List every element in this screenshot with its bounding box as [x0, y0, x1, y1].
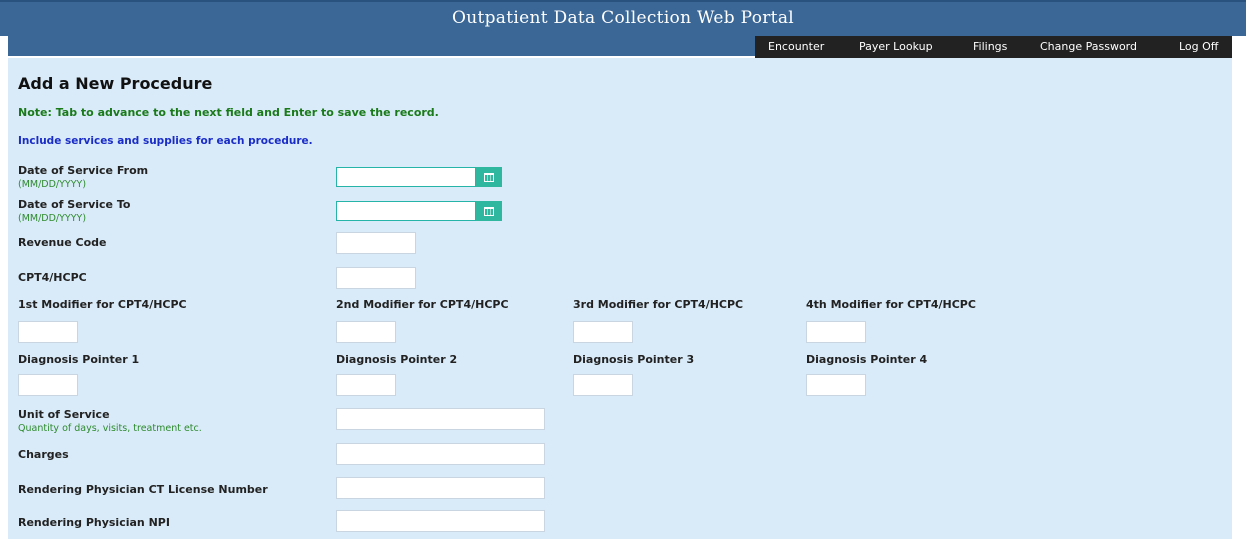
- nav-encounter[interactable]: Encounter: [768, 40, 824, 53]
- npi-label: Rendering Physician NPI: [18, 516, 170, 529]
- calendar-icon: [484, 206, 494, 216]
- nav-filings[interactable]: Filings: [973, 40, 1007, 53]
- date-from-calendar-button[interactable]: [476, 167, 502, 187]
- nav-log-off[interactable]: Log Off: [1179, 40, 1218, 53]
- calendar-icon: [484, 172, 494, 182]
- cpt4-hcpc-input[interactable]: [336, 267, 416, 289]
- portal-title: Outpatient Data Collection Web Portal: [452, 8, 794, 28]
- diagnosis-pointer-2-label: Diagnosis Pointer 2: [336, 353, 458, 366]
- modifier-3-input[interactable]: [573, 321, 633, 343]
- date-from-input[interactable]: [336, 167, 476, 187]
- tab-enter-note: Note: Tab to advance to the next field a…: [18, 106, 439, 119]
- modifier-4-input[interactable]: [806, 321, 866, 343]
- unit-of-service-label: Unit of Service: [18, 408, 110, 421]
- revenue-code-label: Revenue Code: [18, 236, 107, 249]
- date-to-label: Date of Service To: [18, 198, 131, 211]
- charges-label: Charges: [18, 448, 69, 461]
- cpt4-hcpc-label: CPT4/HCPC: [18, 271, 87, 284]
- diagnosis-pointer-3-input[interactable]: [573, 374, 633, 396]
- charges-input[interactable]: [336, 443, 545, 465]
- nav-change-password[interactable]: Change Password: [1040, 40, 1137, 53]
- modifier-3-label: 3rd Modifier for CPT4/HCPC: [573, 298, 744, 311]
- date-from-label: Date of Service From: [18, 164, 149, 177]
- unit-of-service-hint: Quantity of days, visits, treatment etc.: [18, 423, 202, 434]
- license-number-input[interactable]: [336, 477, 545, 499]
- page-title: Add a New Procedure: [18, 74, 213, 93]
- date-to-hint: (MM/DD/YYYY): [18, 213, 87, 224]
- modifier-4-label: 4th Modifier for CPT4/HCPC: [806, 298, 976, 311]
- diagnosis-pointer-1-label: Diagnosis Pointer 1: [18, 353, 140, 366]
- diagnosis-pointer-4-label: Diagnosis Pointer 4: [806, 353, 928, 366]
- diagnosis-pointer-1-input[interactable]: [18, 374, 78, 396]
- top-nav: Encounter Payer Lookup Filings Change Pa…: [755, 36, 1232, 58]
- date-to-input[interactable]: [336, 201, 476, 221]
- instruction-note: Include services and supplies for each p…: [18, 135, 313, 147]
- date-from-hint: (MM/DD/YYYY): [18, 179, 87, 190]
- header-strip: [8, 36, 755, 56]
- nav-payer-lookup[interactable]: Payer Lookup: [859, 40, 933, 53]
- modifier-1-label: 1st Modifier for CPT4/HCPC: [18, 298, 187, 311]
- license-number-label: Rendering Physician CT License Number: [18, 483, 268, 496]
- revenue-code-input[interactable]: [336, 232, 416, 254]
- procedure-form: Add a New Procedure Note: Tab to advance…: [8, 58, 1232, 539]
- portal-header: Outpatient Data Collection Web Portal: [0, 0, 1246, 36]
- modifier-1-input[interactable]: [18, 321, 78, 343]
- diagnosis-pointer-2-input[interactable]: [336, 374, 396, 396]
- npi-input[interactable]: [336, 510, 545, 532]
- unit-of-service-input[interactable]: [336, 408, 545, 430]
- modifier-2-input[interactable]: [336, 321, 396, 343]
- modifier-2-label: 2nd Modifier for CPT4/HCPC: [336, 298, 509, 311]
- diagnosis-pointer-4-input[interactable]: [806, 374, 866, 396]
- date-to-calendar-button[interactable]: [476, 201, 502, 221]
- diagnosis-pointer-3-label: Diagnosis Pointer 3: [573, 353, 695, 366]
